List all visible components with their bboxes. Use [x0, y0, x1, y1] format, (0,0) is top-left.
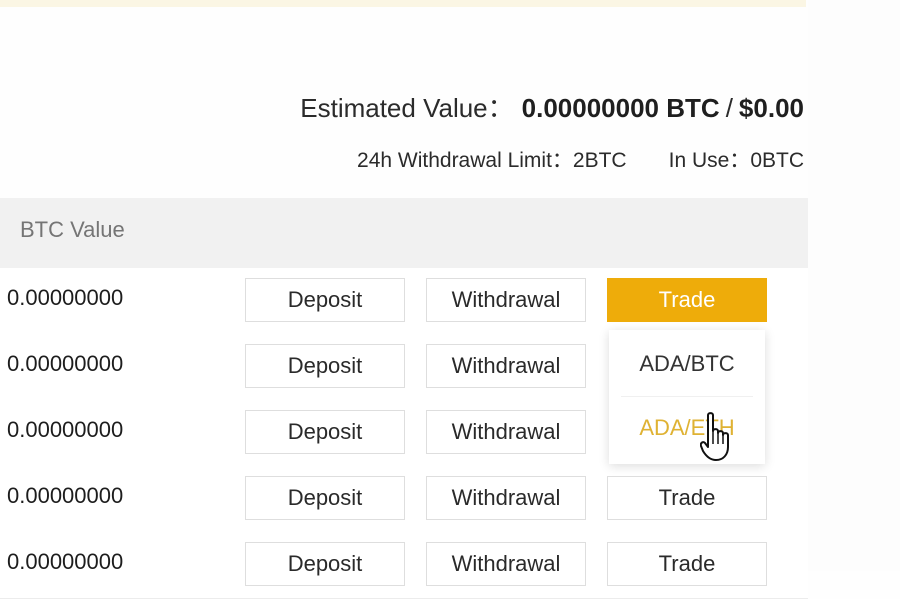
in-use-label: In Use： [668, 149, 751, 172]
in-use: In Use：0BTC [669, 144, 804, 174]
withdrawal-button[interactable]: Withdrawal [426, 278, 586, 322]
trade-pair-option-ada-eth[interactable]: ADA/ETH [609, 398, 765, 458]
trade-pair-dropdown: ADA/BTC ADA/ETH [609, 330, 765, 464]
table-row: 0.00000000 Deposit Withdrawal Trade [0, 532, 808, 599]
withdrawal-limit-label: 24h Withdrawal Limit： [357, 149, 573, 172]
top-notice-banner [0, 0, 806, 7]
trade-button[interactable]: Trade [607, 476, 767, 520]
trade-pair-option-ada-btc[interactable]: ADA/BTC [609, 334, 765, 394]
btc-value-cell: 0.00000000 [7, 285, 124, 310]
deposit-button[interactable]: Deposit [245, 410, 405, 454]
estimated-value: Estimated Value： 0.00000000 BTC / $0.00 [300, 88, 804, 125]
withdrawal-limits: 24h Withdrawal Limit：2BTC In Use：0BTC [357, 144, 804, 174]
withdrawal-button[interactable]: Withdrawal [426, 344, 586, 388]
withdrawal-limit-value: 2BTC [572, 149, 627, 172]
btc-value-cell: 0.00000000 [7, 483, 124, 508]
page-margin [808, 0, 900, 571]
in-use-value: 0BTC [750, 149, 804, 172]
column-header-btc-value: BTC Value [20, 217, 125, 242]
deposit-button[interactable]: Deposit [245, 278, 405, 322]
withdrawal-button[interactable]: Withdrawal [426, 476, 586, 520]
trade-button[interactable]: Trade [607, 278, 767, 322]
deposit-button[interactable]: Deposit [245, 476, 405, 520]
btc-value-cell: 0.00000000 [7, 417, 124, 442]
table-header: BTC Value [0, 198, 808, 268]
deposit-button[interactable]: Deposit [245, 344, 405, 388]
deposit-button[interactable]: Deposit [245, 542, 405, 586]
estimated-btc-value: 0.00000000 BTC [521, 93, 720, 123]
table-row: 0.00000000 Deposit Withdrawal Trade [0, 268, 808, 335]
hand-pointer-icon [699, 411, 734, 468]
value-separator: / [725, 93, 733, 123]
withdrawal-limit: 24h Withdrawal Limit：2BTC [357, 144, 627, 174]
dropdown-divider [621, 396, 753, 397]
btc-value-cell: 0.00000000 [7, 351, 124, 376]
table-row: 0.00000000 Deposit Withdrawal Trade [0, 466, 808, 533]
trade-button[interactable]: Trade [607, 542, 767, 586]
withdrawal-button[interactable]: Withdrawal [426, 542, 586, 586]
withdrawal-button[interactable]: Withdrawal [426, 410, 586, 454]
estimated-usd-value: $0.00 [738, 93, 804, 123]
estimated-value-label: Estimated Value： [300, 93, 514, 123]
btc-value-cell: 0.00000000 [7, 549, 124, 574]
